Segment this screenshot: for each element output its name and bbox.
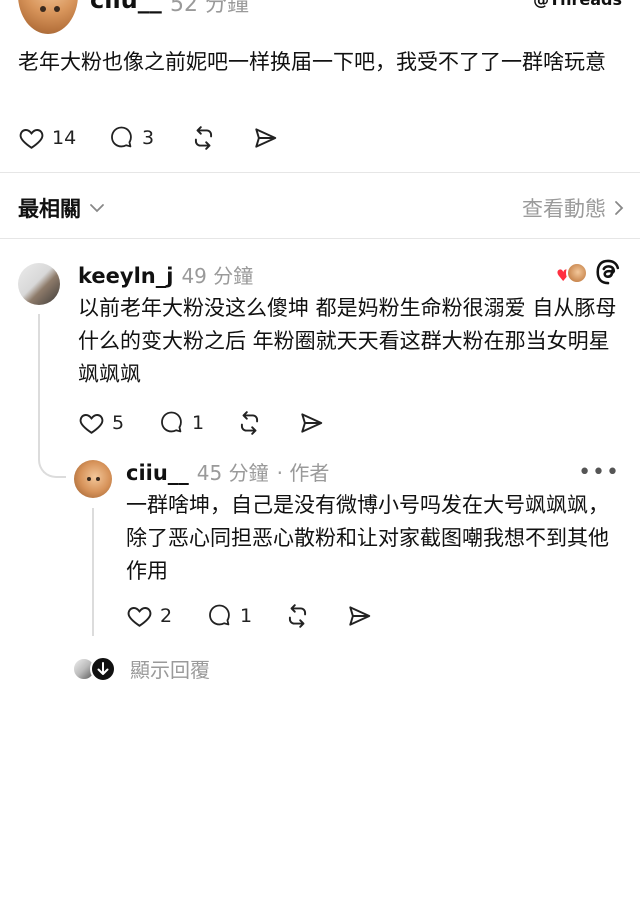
reply-avatars (72, 655, 120, 682)
share-icon (349, 606, 371, 626)
post-text: 老年大粉也像之前妮吧一样换届一下吧，我受不了了一群啥玩意 (18, 50, 606, 74)
comment-count: 3 (142, 127, 155, 149)
chevron-down-icon (90, 204, 104, 213)
more-icon[interactable]: ••• (578, 460, 620, 485)
like-count: 14 (52, 127, 77, 149)
share-icon (255, 128, 277, 148)
comment-text: 以前老年大粉没这么傻坤 都是妈粉生命粉很溺爱 自从豚母什么的变大粉之后 年粉圈就… (78, 296, 617, 386)
thread-connector (38, 440, 66, 478)
view-activity-label: 查看動態 (522, 197, 606, 221)
comment-button[interactable]: 1 (158, 410, 236, 436)
threads-logo-icon[interactable] (594, 258, 622, 290)
comment-username[interactable]: keeyln_j (78, 264, 173, 288)
like-button[interactable]: 14 (18, 125, 108, 151)
arrow-down-icon (90, 655, 116, 682)
liked-by-author: ♥ (556, 262, 588, 286)
comment-time: 49 分鐘 (181, 264, 254, 288)
repost-icon (288, 604, 307, 628)
heart-icon (127, 607, 152, 627)
show-replies-label: 顯示回覆 (130, 658, 210, 682)
avatar (566, 262, 588, 284)
share-button[interactable] (298, 410, 325, 436)
view-activity-link[interactable]: 查看動態 (522, 193, 624, 223)
share-button[interactable] (252, 125, 279, 151)
comment-icon (161, 411, 182, 433)
comment-header: keeyln_j 49 分鐘 (78, 260, 253, 289)
comment-icon (111, 126, 132, 148)
comment-icon (209, 604, 230, 626)
author-tag: · 作者 (276, 461, 330, 485)
post-actions: 14 3 (18, 125, 279, 151)
comment-username[interactable]: ciiu__ (126, 461, 189, 485)
repost-button[interactable] (190, 125, 252, 151)
chevron-right-icon (615, 201, 624, 215)
show-replies-button[interactable]: 顯示回覆 (72, 654, 210, 683)
share-button[interactable] (346, 603, 373, 629)
threads-wordmark: @Threads (533, 0, 622, 9)
like-button[interactable]: 5 (78, 410, 158, 436)
like-count: 2 (160, 605, 173, 627)
divider (0, 238, 640, 239)
share-icon (301, 413, 323, 433)
comment-time: 45 分鐘 (196, 461, 269, 485)
sort-label: 最相關 (18, 197, 81, 221)
comment-actions: 2 1 (126, 603, 373, 629)
heart-icon (19, 129, 44, 149)
comment-count: 1 (192, 412, 205, 434)
sort-dropdown[interactable]: 最相關 (18, 193, 105, 223)
like-count: 5 (112, 412, 125, 434)
repost-icon (240, 411, 259, 435)
avatar[interactable] (74, 460, 112, 498)
avatar[interactable] (18, 263, 60, 305)
comment-button[interactable]: 3 (108, 125, 190, 151)
comment-actions: 5 1 (78, 410, 325, 436)
repost-button[interactable] (284, 603, 346, 629)
comment-button[interactable]: 1 (206, 603, 284, 629)
thread-line (38, 314, 40, 456)
divider (0, 172, 640, 173)
author-username[interactable]: ciiu__ (90, 0, 162, 14)
post-time: 52 分鐘 (170, 0, 249, 17)
repost-button[interactable] (236, 410, 298, 436)
heart-icon (79, 414, 104, 434)
comment-count: 1 (240, 605, 253, 627)
thread-line (92, 508, 94, 636)
comment-text: 一群啥坤，自己是没有微博小号吗发在大号飒飒飒，除了恶心同担恶心散粉和让对家截图嘲… (126, 493, 609, 583)
comment-header: ciiu__ 45 分鐘 · 作者 (126, 457, 329, 486)
author-avatar[interactable] (18, 0, 78, 34)
like-button[interactable]: 2 (126, 603, 206, 629)
repost-icon (194, 126, 213, 150)
